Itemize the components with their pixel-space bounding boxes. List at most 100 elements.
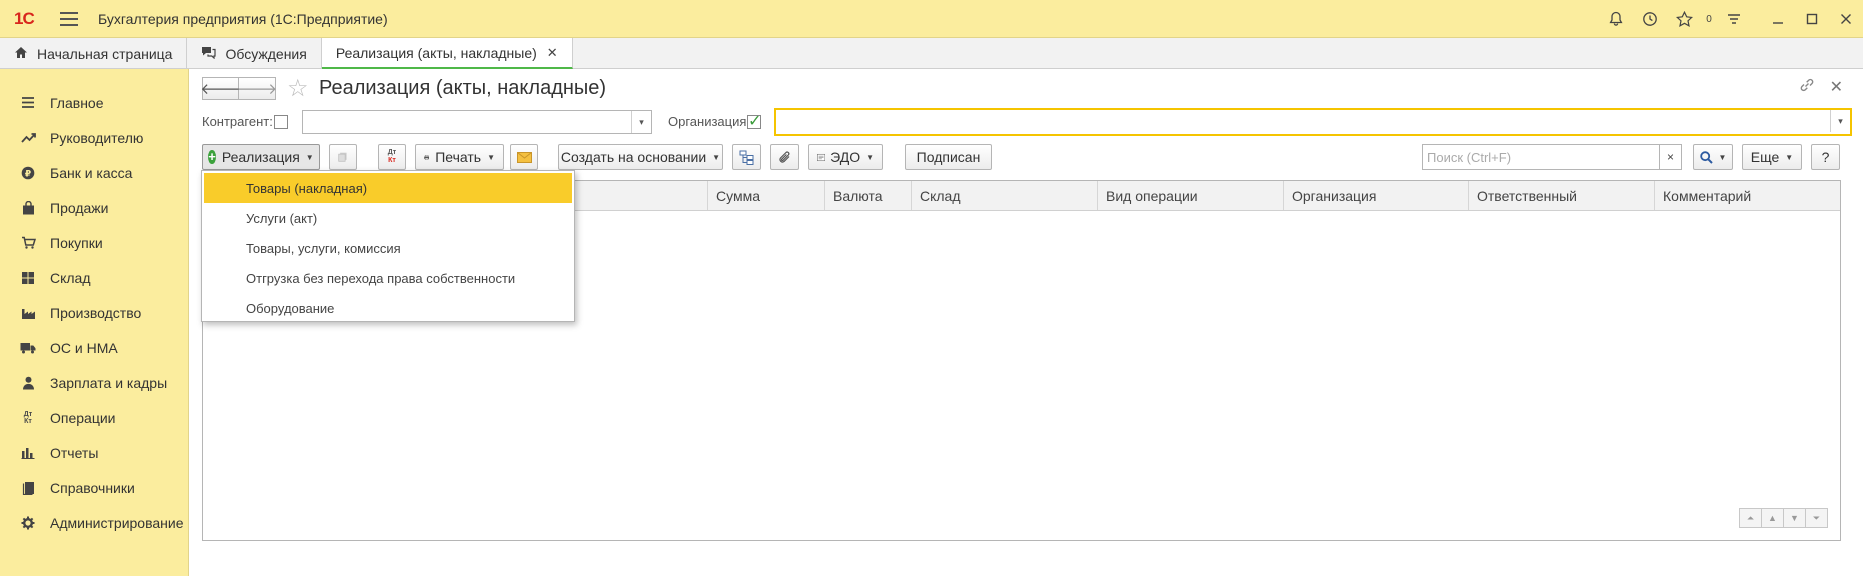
column-header-responsible[interactable]: Ответственный bbox=[1468, 181, 1654, 210]
sidebar-item-warehouse[interactable]: Склад bbox=[0, 260, 188, 295]
printer-icon bbox=[424, 154, 430, 160]
attachments-button[interactable] bbox=[770, 144, 799, 170]
maximize-icon[interactable] bbox=[1795, 0, 1829, 38]
chevron-down-icon[interactable]: ▾ bbox=[631, 111, 651, 133]
trend-icon bbox=[20, 130, 36, 146]
sidebar-item-label: Администрирование bbox=[50, 514, 184, 531]
structure-button[interactable] bbox=[732, 144, 761, 170]
sidebar-item-purchases[interactable]: Покупки bbox=[0, 225, 188, 260]
sidebar-item-label: Главное bbox=[50, 94, 104, 111]
minimize-icon[interactable] bbox=[1761, 0, 1795, 38]
navigation-buttons: 🡐 🡒 bbox=[200, 77, 277, 100]
chevron-down-icon: ▼ bbox=[1785, 152, 1794, 162]
scroll-to-top-icon[interactable]: ⏶ bbox=[1739, 508, 1762, 528]
print-button[interactable]: Печать ▼ bbox=[415, 144, 504, 170]
sidebar: Главное Руководителю ₽ Банк и касса Прод… bbox=[0, 69, 189, 576]
signed-button[interactable]: Подписан bbox=[905, 144, 992, 170]
tab-home[interactable]: Начальная страница bbox=[0, 38, 188, 69]
dt-kt-button[interactable]: Дт Кт bbox=[378, 144, 406, 170]
chevron-down-icon[interactable]: ▾ bbox=[1830, 110, 1850, 132]
clear-search-icon[interactable]: × bbox=[1660, 144, 1682, 170]
chevron-down-icon: ▼ bbox=[1718, 152, 1727, 162]
edo-button[interactable]: ЭДО ▼ bbox=[808, 144, 883, 170]
sidebar-item-label: Продажи bbox=[50, 199, 109, 216]
forward-button[interactable]: 🡒 bbox=[237, 77, 277, 100]
search-button[interactable]: ▼ bbox=[1693, 144, 1733, 170]
menu-item-goods-invoice[interactable]: Товары (накладная) bbox=[204, 173, 572, 203]
scroll-to-bottom-icon[interactable]: ⏷ bbox=[1805, 508, 1828, 528]
cart-icon bbox=[20, 235, 36, 251]
sidebar-item-bank[interactable]: ₽ Банк и касса bbox=[0, 155, 188, 190]
menu-item-shipment-without-ownership[interactable]: Отгрузка без перехода права собственност… bbox=[202, 263, 574, 293]
favorites-star-icon[interactable] bbox=[1667, 0, 1701, 38]
sidebar-item-label: Операции bbox=[50, 409, 116, 426]
link-icon[interactable] bbox=[1799, 77, 1815, 98]
tab-discussions[interactable]: Обсуждения bbox=[187, 38, 322, 69]
help-button[interactable]: ? bbox=[1811, 144, 1840, 170]
sidebar-item-production[interactable]: Производство bbox=[0, 295, 188, 330]
dt-kt-glyph: Дт Кт bbox=[23, 410, 33, 425]
tab-label: Начальная страница bbox=[37, 45, 173, 62]
sidebar-item-label: Склад bbox=[50, 269, 91, 286]
chevron-down-icon: ▼ bbox=[305, 152, 314, 162]
menu-item-equipment[interactable]: Оборудование bbox=[202, 293, 574, 323]
organization-checkbox[interactable] bbox=[747, 111, 761, 131]
column-header-currency[interactable]: Валюта bbox=[824, 181, 911, 210]
sidebar-item-payroll[interactable]: Зарплата и кадры bbox=[0, 365, 188, 400]
close-tab-icon[interactable]: ✕ bbox=[547, 45, 558, 61]
copy-button[interactable] bbox=[329, 144, 357, 170]
ruble-icon: ₽ bbox=[20, 165, 36, 181]
scroll-up-icon[interactable]: ▲ bbox=[1761, 508, 1784, 528]
organization-field[interactable]: ▾ bbox=[774, 108, 1852, 136]
column-header-comment[interactable]: Комментарий bbox=[1654, 181, 1840, 210]
sidebar-item-operations[interactable]: Дт Кт Операции bbox=[0, 400, 188, 435]
sidebar-item-label: Справочники bbox=[50, 479, 135, 496]
create-sale-label: Реализация bbox=[221, 149, 300, 165]
bar-chart-icon bbox=[20, 445, 36, 461]
sidebar-item-fixed-assets[interactable]: ОС и НМА bbox=[0, 330, 188, 365]
bell-icon[interactable] bbox=[1599, 0, 1633, 38]
warehouse-icon bbox=[20, 270, 36, 286]
tab-sales-documents[interactable]: Реализация (акты, накладные) ✕ bbox=[321, 38, 573, 69]
sidebar-item-reports[interactable]: Отчеты bbox=[0, 435, 188, 470]
sidebar-item-sales[interactable]: Продажи bbox=[0, 190, 188, 225]
sidebar-item-catalogs[interactable]: Справочники bbox=[0, 470, 188, 505]
organization-label: Организация: bbox=[668, 114, 751, 129]
close-window-icon[interactable] bbox=[1829, 0, 1863, 38]
chevron-down-icon: ▼ bbox=[712, 152, 721, 162]
create-based-on-button[interactable]: Создать на основании ▼ bbox=[558, 144, 723, 170]
command-bar: + Реализация ▼ Дт Кт Печать ▼ Создать на … bbox=[202, 144, 1852, 170]
home-icon bbox=[14, 46, 28, 62]
more-button[interactable]: Еще ▼ bbox=[1742, 144, 1802, 170]
sidebar-item-main[interactable]: Главное bbox=[0, 85, 188, 120]
help-label: ? bbox=[1821, 149, 1830, 165]
create-sale-button[interactable]: + Реализация ▼ bbox=[202, 144, 320, 170]
counterparty-label: Контрагент: bbox=[202, 114, 273, 129]
column-header-organization[interactable]: Организация bbox=[1283, 181, 1468, 210]
counterparty-checkbox[interactable] bbox=[274, 115, 288, 129]
sidebar-item-manager[interactable]: Руководителю bbox=[0, 120, 188, 155]
gear-icon bbox=[20, 515, 36, 531]
add-to-favorites-star-icon[interactable]: ☆ bbox=[287, 74, 309, 103]
envelope-icon bbox=[516, 151, 532, 163]
more-label: Еще bbox=[1750, 149, 1780, 165]
column-header-sum[interactable]: Сумма bbox=[707, 181, 824, 210]
search-input[interactable]: Поиск (Ctrl+F) bbox=[1422, 144, 1660, 170]
main-menu-icon[interactable] bbox=[60, 11, 78, 26]
functions-menu-icon[interactable] bbox=[1717, 0, 1751, 38]
back-button[interactable]: 🡐 bbox=[200, 77, 241, 100]
menu-item-services-act[interactable]: Услуги (акт) bbox=[202, 203, 574, 233]
sidebar-item-administration[interactable]: Администрирование bbox=[0, 505, 188, 540]
column-header-operation-type[interactable]: Вид операции bbox=[1097, 181, 1283, 210]
history-icon[interactable] bbox=[1633, 0, 1667, 38]
send-email-button[interactable] bbox=[510, 144, 538, 170]
close-form-icon[interactable]: ✕ bbox=[1830, 77, 1843, 97]
column-header-warehouse[interactable]: Склад bbox=[911, 181, 1097, 210]
sidebar-item-label: Покупки bbox=[50, 234, 103, 251]
scroll-down-icon[interactable]: ▼ bbox=[1783, 508, 1806, 528]
paperclip-icon bbox=[778, 150, 789, 163]
plus-icon: + bbox=[208, 149, 216, 164]
sidebar-item-label: Банк и касса bbox=[50, 164, 133, 181]
menu-item-goods-services-commission[interactable]: Товары, услуги, комиссия bbox=[202, 233, 574, 263]
counterparty-field[interactable]: ▾ bbox=[302, 110, 652, 134]
